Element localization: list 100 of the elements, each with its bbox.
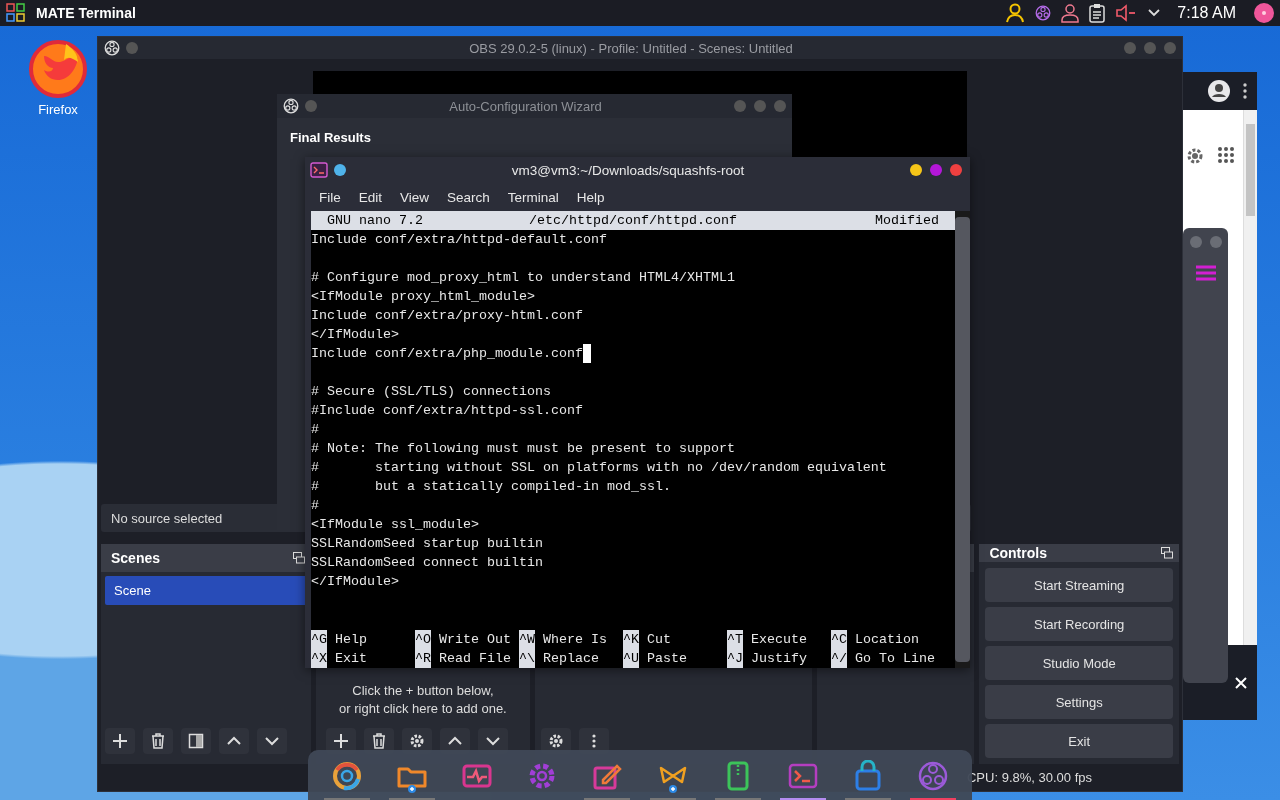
shortcut-key: ^X <box>311 649 327 668</box>
file-status: Modified <box>874 212 939 230</box>
shortcut-key: ^T <box>727 630 743 649</box>
shortcut-key: ^J <box>727 649 743 668</box>
code-line: <IfModule ssl_module> <box>311 516 479 534</box>
apps-grid-icon[interactable] <box>1217 146 1235 164</box>
shortcut-label: Read File <box>439 650 511 668</box>
add-icon <box>112 733 128 749</box>
control-button[interactable]: Settings <box>985 685 1173 719</box>
close-icon[interactable] <box>1235 676 1247 689</box>
close-button[interactable] <box>950 164 962 176</box>
panel-title: Controls <box>989 545 1047 561</box>
user-icon[interactable] <box>1061 3 1080 23</box>
menu-item[interactable]: Edit <box>351 187 390 207</box>
page-heading: Final Results <box>290 130 372 145</box>
shortcut-key: ^/ <box>831 649 847 668</box>
account-icon[interactable] <box>1207 79 1231 103</box>
muted-speaker-icon[interactable] <box>1115 3 1138 23</box>
code-line: </IfModule> <box>311 573 399 591</box>
obs-tray-icon <box>1035 5 1052 21</box>
shortcut-label: Where Is <box>543 631 607 649</box>
code-line: #Include conf/extra/httpd-ssl.conf <box>311 402 583 420</box>
menu-item[interactable]: Search <box>440 187 497 207</box>
code-line: Include conf/extra/php_module.conf <box>311 345 583 363</box>
shortcut-key: ^U <box>623 649 639 668</box>
obs-logo-icon <box>283 98 299 114</box>
window-title: OBS 29.0.2-5 (linux) - Profile: Untitled - Scenes: Untitled <box>468 40 794 56</box>
window-title: Auto-Configuration Wizard <box>448 98 603 114</box>
more-menu-icon[interactable] <box>1243 83 1247 99</box>
window-title: vm3@vm3:~/Downloads/squashfs-root <box>510 162 746 178</box>
code-line: Include conf/extra/httpd-default.conf <box>311 231 607 249</box>
delete-icon <box>150 733 166 749</box>
float-icon[interactable] <box>292 552 305 564</box>
shortcut-label: Help <box>335 631 367 649</box>
move-up-button[interactable] <box>219 728 249 754</box>
avatar-icon[interactable] <box>1254 3 1274 23</box>
minimize-button[interactable] <box>910 164 922 176</box>
settings-icon <box>548 733 565 749</box>
code-line: Include conf/extra/proxy-html.conf <box>311 307 583 325</box>
shortcut-label: Go To Line <box>855 650 935 668</box>
delete-button[interactable] <box>143 728 173 754</box>
scrollbar[interactable] <box>1243 110 1257 645</box>
terminal-icon <box>310 162 328 178</box>
app-menu-icon[interactable] <box>6 3 26 23</box>
code-line: # <box>311 497 319 515</box>
active-app-title: MATE Terminal <box>36 5 136 21</box>
more-icon <box>592 734 597 748</box>
shortcut-label: Paste <box>647 650 687 668</box>
control-button[interactable]: Studio Mode <box>985 646 1173 680</box>
shortcut-label: Cut <box>647 631 671 649</box>
move-down-button[interactable] <box>257 728 287 754</box>
file-path: /etc/httpd/conf/httpd.conf <box>529 212 737 230</box>
control-button[interactable]: Exit <box>985 724 1173 758</box>
code-line: # <box>311 421 319 439</box>
window-button[interactable] <box>334 164 346 176</box>
shortcut-label: Location <box>855 631 919 649</box>
shortcut-key: ^W <box>519 630 535 649</box>
scrollbar[interactable] <box>955 211 970 668</box>
desktop-icon-label[interactable]: Firefox <box>38 102 78 117</box>
code-line: # but a statically compiled-in mod_ssl. <box>311 478 671 496</box>
empty-hint: Click the + button below, <box>352 682 494 700</box>
menu-item[interactable]: Help <box>569 187 612 207</box>
clipboard-icon[interactable] <box>1089 3 1106 23</box>
delete-icon <box>370 733 387 749</box>
shortcut-key: ^G <box>311 630 327 649</box>
control-button[interactable]: Start Streaming <box>985 568 1173 602</box>
status-text: CPU: 9.8%, 30.00 fps <box>967 770 1092 785</box>
float-icon[interactable] <box>1161 547 1173 559</box>
person-icon[interactable] <box>1005 3 1026 23</box>
filter-icon <box>188 733 204 749</box>
code-line: SSLRandomSeed startup builtin <box>311 535 543 553</box>
code-line: SSLRandomSeed connect builtin <box>311 554 543 572</box>
maximize-button[interactable] <box>930 164 942 176</box>
obs-logo-icon <box>104 40 120 56</box>
clock[interactable]: 7:18 AM <box>1177 4 1236 22</box>
add-button[interactable] <box>105 728 135 754</box>
add-icon <box>332 733 349 749</box>
code-line: <IfModule proxy_html_module> <box>311 288 535 306</box>
shortcut-key: ^C <box>831 630 847 649</box>
panel-title: Scenes <box>111 550 161 566</box>
menu-item[interactable]: Terminal <box>500 187 566 207</box>
code-line: # Configure mod_proxy_html to understand HTML4/XHTML1 <box>311 269 735 287</box>
scene-item[interactable]: Scene <box>105 576 307 605</box>
menu-item[interactable]: View <box>393 187 437 207</box>
filter-button[interactable] <box>181 728 211 754</box>
editor-version: GNU nano 7.2 <box>327 212 424 230</box>
shortcut-key: ^O <box>415 630 431 649</box>
settings-icon[interactable] <box>1185 146 1205 166</box>
shortcut-label: Execute <box>751 631 807 649</box>
shortcut-label: Exit <box>335 650 367 668</box>
code-line: </IfModule> <box>311 326 399 344</box>
shortcut-label: Justify <box>751 650 807 668</box>
shortcut-key: ^R <box>415 649 431 668</box>
context-bar-text: No source selected <box>111 510 223 526</box>
settings-icon <box>408 733 425 749</box>
shortcut-key: ^K <box>623 630 639 649</box>
text-cursor <box>582 344 591 363</box>
control-button[interactable]: Start Recording <box>985 607 1173 641</box>
code-line: # Note: The following must must be present to support <box>311 440 735 458</box>
menu-item[interactable]: File <box>312 187 348 207</box>
